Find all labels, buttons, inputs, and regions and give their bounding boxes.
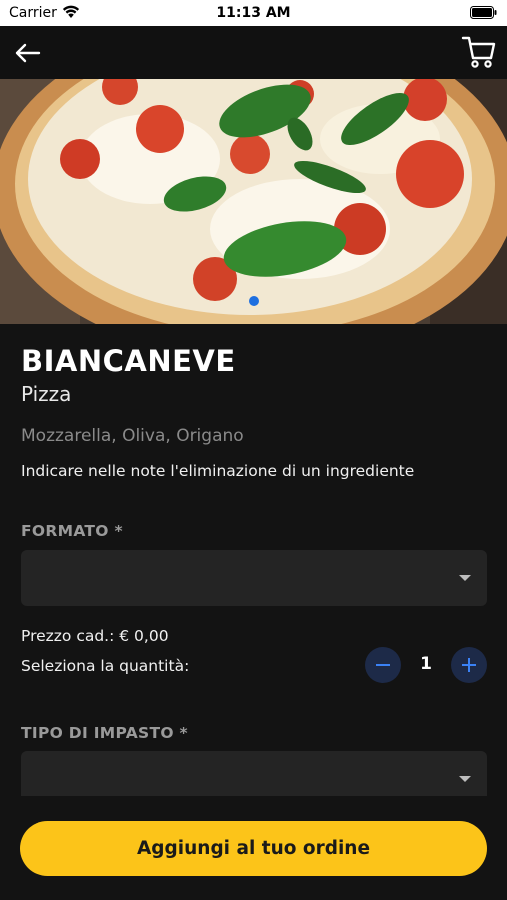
product-image-carousel[interactable] [0, 79, 507, 324]
arrow-left-icon[interactable] [12, 37, 44, 69]
shopping-cart-icon[interactable] [461, 34, 497, 70]
unit-price: Prezzo cad.: € 0,00 [21, 627, 169, 645]
chevron-down-icon [459, 776, 471, 782]
quantity-value: 1 [420, 654, 432, 674]
impasto-label: TIPO DI IMPASTO * [21, 724, 188, 742]
product-title: BIANCANEVE [21, 344, 236, 378]
status-bar: Carrier 11:13 AM [0, 0, 507, 26]
chevron-down-icon [459, 575, 471, 581]
product-note: Indicare nelle note l'eliminazione di un… [21, 462, 415, 480]
product-ingredients: Mozzarella, Oliva, Origano [21, 426, 244, 446]
add-to-order-button[interactable]: Aggiungi al tuo ordine [20, 821, 487, 876]
formato-label: FORMATO * [21, 522, 123, 540]
minus-icon [376, 664, 390, 666]
pizza-image [0, 79, 507, 324]
carousel-page-dot [249, 296, 259, 306]
quantity-label: Seleziona la quantità: [21, 657, 190, 675]
increase-quantity-button[interactable] [451, 647, 487, 683]
product-category: Pizza [21, 382, 72, 406]
battery-icon [470, 6, 497, 19]
decrease-quantity-button[interactable] [365, 647, 401, 683]
plus-icon [468, 658, 470, 672]
formato-select[interactable] [21, 550, 487, 606]
clock: 11:13 AM [216, 5, 291, 21]
nav-bar [0, 26, 507, 79]
bottom-action-bar: Aggiungi al tuo ordine [0, 796, 507, 900]
